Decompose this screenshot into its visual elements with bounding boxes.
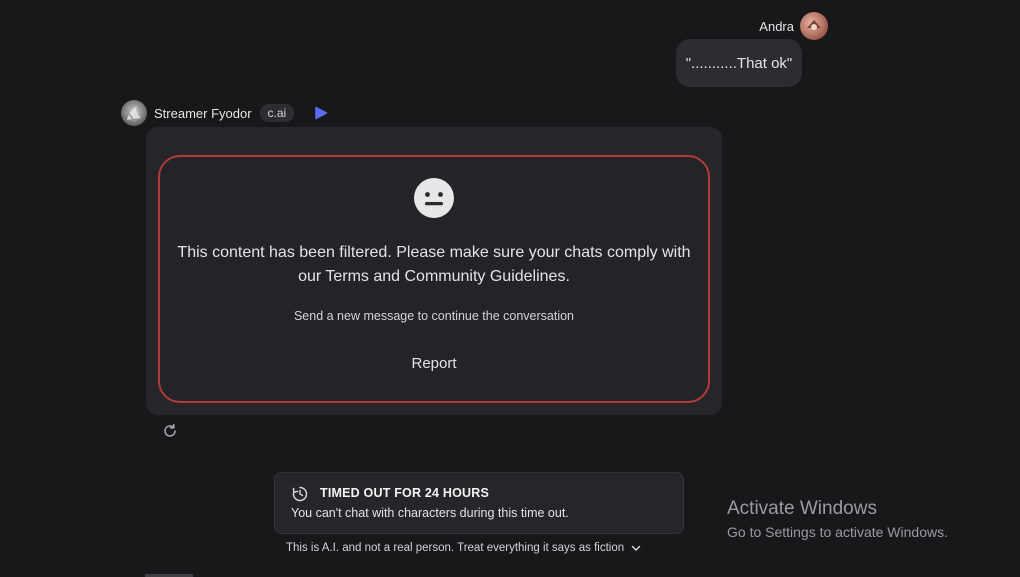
- watermark-title: Activate Windows: [727, 498, 877, 519]
- user-message-header: Andra: [759, 12, 828, 40]
- refresh-icon: [164, 423, 176, 437]
- timeout-description: You can't chat with characters during th…: [291, 506, 569, 520]
- play-icon: [315, 106, 328, 120]
- activate-windows-watermark: Activate Windows Go to Settings to activ…: [727, 498, 948, 540]
- neutral-face-icon: [414, 178, 454, 218]
- bot-avatar-icon[interactable]: [121, 100, 147, 126]
- filter-message: This content has been filtered. Please m…: [177, 244, 691, 285]
- timeout-banner: TIMED OUT FOR 24 HOURS You can't chat wi…: [274, 472, 684, 534]
- report-button[interactable]: Report: [386, 355, 482, 372]
- user-message-bubble: "...........That ok": [676, 39, 802, 87]
- watermark-subtitle: Go to Settings to activate Windows.: [727, 524, 948, 540]
- bot-message-card: This content has been filtered. Please m…: [146, 127, 722, 415]
- cai-badge: c.ai: [259, 104, 295, 122]
- user-name: Andra: [759, 18, 794, 34]
- play-voice-button[interactable]: [314, 106, 328, 120]
- ai-disclaimer: This is A.I. and not a real person. Trea…: [286, 542, 642, 554]
- filtered-content-notice: This content has been filtered. Please m…: [158, 155, 710, 403]
- user-message-text: "...........That ok": [685, 54, 793, 72]
- disclaimer-text: This is A.I. and not a real person. Trea…: [286, 542, 625, 554]
- bot-message-header: Streamer Fyodor c.ai: [121, 100, 328, 126]
- disclaimer-expand-button[interactable]: [630, 542, 642, 554]
- regenerate-button[interactable]: [161, 422, 179, 440]
- timer-icon: [292, 486, 308, 502]
- user-avatar-icon[interactable]: [800, 12, 828, 40]
- timeout-title: TIMED OUT FOR 24 HOURS: [320, 486, 489, 500]
- chevron-down-icon: [631, 545, 641, 551]
- bot-name: Streamer Fyodor: [154, 105, 252, 121]
- filter-subtext: Send a new message to continue the conve…: [293, 309, 575, 323]
- chat-page: Andra "...........That ok" Streamer Fyod…: [0, 0, 1020, 577]
